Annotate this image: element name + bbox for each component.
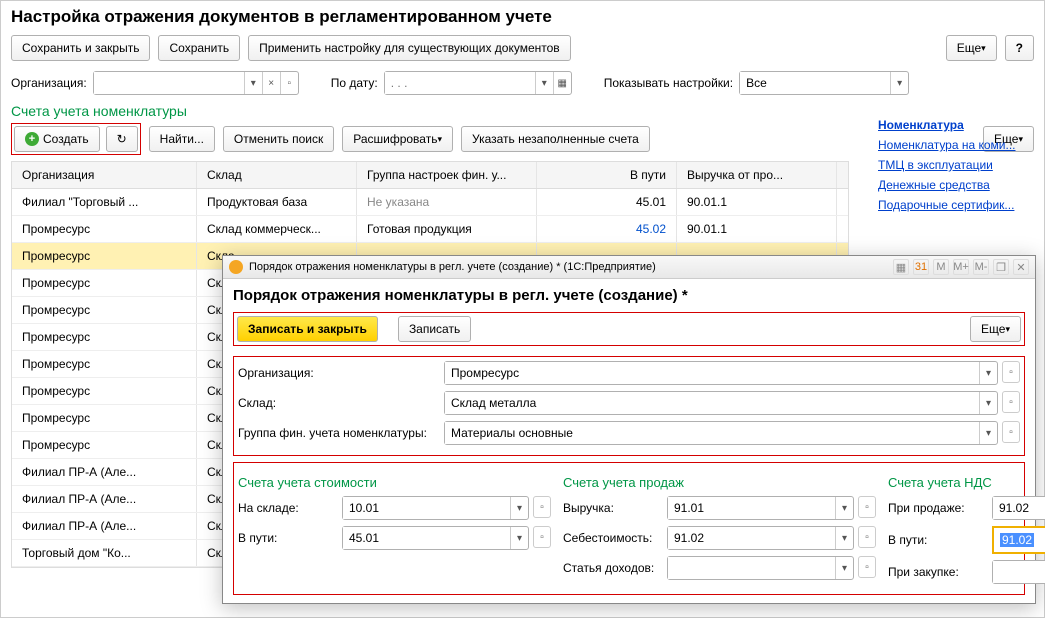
col-revenue[interactable]: Выручка от про... xyxy=(677,162,837,188)
cogs-label: Себестоимость: xyxy=(563,531,663,545)
refresh-button[interactable]: ↻ xyxy=(106,126,138,152)
cost-transit-field[interactable]: ▾ xyxy=(342,526,529,550)
income-label: Статья доходов: xyxy=(563,561,663,575)
decode-button[interactable]: Расшифровать xyxy=(342,126,453,152)
stock-field[interactable]: ▾ xyxy=(342,496,529,520)
modal-wh-label: Склад: xyxy=(238,396,438,410)
show-field[interactable]: ▾ xyxy=(739,71,909,95)
col-org[interactable]: Организация xyxy=(12,162,197,188)
vat-purchase-field[interactable]: ▾ xyxy=(992,560,1045,584)
calc-icon[interactable]: ▦ xyxy=(893,259,909,275)
cal-icon[interactable]: 31 xyxy=(913,259,929,275)
transit-label: В пути: xyxy=(238,531,338,545)
apply-button[interactable]: Применить настройку для существующих док… xyxy=(248,35,571,61)
plus-icon: + xyxy=(25,132,39,146)
open-icon[interactable]: ▫ xyxy=(1002,391,1020,413)
dropdown-icon[interactable]: ▾ xyxy=(244,72,262,94)
link-tmc[interactable]: ТМЦ в эксплуатации xyxy=(878,158,1016,172)
table-row[interactable]: Филиал "Торговый ...Продуктовая базаНе у… xyxy=(12,189,848,216)
cogs-field[interactable]: ▾ xyxy=(667,526,854,550)
vat-sale-label: При продаже: xyxy=(888,501,988,515)
date-field[interactable]: ▾▦ xyxy=(384,71,572,95)
stock-label: На складе: xyxy=(238,501,338,515)
help-button[interactable]: ? xyxy=(1005,35,1034,61)
income-field[interactable]: ▾ xyxy=(667,556,854,580)
vat-sale-field[interactable]: ▾ xyxy=(992,496,1045,520)
app-icon xyxy=(229,260,243,274)
rev-label: Выручка: xyxy=(563,501,663,515)
vat-group-title: Счета учета НДС xyxy=(888,475,1045,490)
dropdown-icon[interactable]: ▾ xyxy=(510,527,528,549)
dropdown-icon[interactable]: ▾ xyxy=(510,497,528,519)
org-field[interactable]: ▾×▫ xyxy=(93,71,299,95)
col-warehouse[interactable]: Склад xyxy=(197,162,357,188)
date-label: По дату: xyxy=(331,76,378,90)
save-close-button[interactable]: Сохранить и закрыть xyxy=(11,35,150,61)
link-money[interactable]: Денежные средства xyxy=(878,178,1016,192)
dropdown-icon[interactable]: ▾ xyxy=(890,72,908,94)
table-row[interactable]: ПромресурсСклад коммерческ...Готовая про… xyxy=(12,216,848,243)
modal-window: Порядок отражения номенклатуры в регл. у… xyxy=(222,255,1036,604)
open-icon[interactable]: ▫ xyxy=(280,72,298,94)
save-button[interactable]: Сохранить xyxy=(158,35,240,61)
more-button[interactable]: Еще xyxy=(946,35,997,61)
vat-transit-field[interactable]: 91.02▾ xyxy=(994,528,1045,552)
open-icon[interactable]: ▫ xyxy=(1002,361,1020,383)
open-icon[interactable]: ▫ xyxy=(858,556,876,578)
dropdown-icon[interactable]: ▾ xyxy=(835,527,853,549)
link-gift[interactable]: Подарочные сертифик... xyxy=(878,198,1016,212)
sales-group-title: Счета учета продаж xyxy=(563,475,876,490)
vat-purchase-label: При закупке: xyxy=(888,565,988,579)
dropdown-icon[interactable]: ▾ xyxy=(979,362,997,384)
section-title: Счета учета номенклатуры xyxy=(11,103,1034,119)
modal-grp-field[interactable]: ▾ xyxy=(444,421,998,445)
col-group[interactable]: Группа настроек фин. у... xyxy=(357,162,537,188)
modal-grp-label: Группа фин. учета номенклатуры: xyxy=(238,426,438,440)
window-title: Порядок отражения номенклатуры в регл. у… xyxy=(249,261,656,273)
page-title: Настройка отражения документов в регламе… xyxy=(11,7,1034,27)
rev-field[interactable]: ▾ xyxy=(667,496,854,520)
m-icon[interactable]: M xyxy=(933,259,949,275)
link-commission[interactable]: Номенклатура на коми... xyxy=(878,138,1016,152)
open-icon[interactable]: ▫ xyxy=(858,526,876,548)
vat-transit-label: В пути: xyxy=(888,533,988,547)
show-label: Показывать настройки: xyxy=(604,76,733,90)
col-transit[interactable]: В пути xyxy=(537,162,677,188)
open-icon[interactable]: ▫ xyxy=(533,526,551,548)
dropdown-icon[interactable]: ▾ xyxy=(979,392,997,414)
open-icon[interactable]: ▫ xyxy=(858,496,876,518)
window-icon[interactable]: ❐ xyxy=(993,259,1009,275)
cancel-search-button[interactable]: Отменить поиск xyxy=(223,126,334,152)
close-icon[interactable]: ✕ xyxy=(1013,259,1029,275)
dropdown-icon[interactable]: ▾ xyxy=(535,72,553,94)
open-icon[interactable]: ▫ xyxy=(533,496,551,518)
modal-more-button[interactable]: Еще xyxy=(970,316,1021,342)
write-button[interactable]: Записать xyxy=(398,316,471,342)
modal-org-label: Организация: xyxy=(238,366,438,380)
write-close-button[interactable]: Записать и закрыть xyxy=(237,316,378,342)
dropdown-icon[interactable]: ▾ xyxy=(979,422,997,444)
modal-org-field[interactable]: ▾ xyxy=(444,361,998,385)
modal-wh-field[interactable]: ▾ xyxy=(444,391,998,415)
mminus-icon[interactable]: M- xyxy=(973,259,989,275)
open-icon[interactable]: ▫ xyxy=(1002,421,1020,443)
calendar-icon[interactable]: ▦ xyxy=(553,72,571,94)
dropdown-icon[interactable]: ▾ xyxy=(835,557,853,579)
find-button[interactable]: Найти... xyxy=(149,126,215,152)
link-nomenclature[interactable]: Номенклатура xyxy=(878,118,1016,132)
clear-icon[interactable]: × xyxy=(262,72,280,94)
cost-group-title: Счета учета стоимости xyxy=(238,475,551,490)
org-label: Организация: xyxy=(11,76,87,90)
modal-title: Порядок отражения номенклатуры в регл. у… xyxy=(233,287,1025,304)
mplus-icon[interactable]: M+ xyxy=(953,259,969,275)
create-button[interactable]: +Создать xyxy=(14,126,100,152)
unfilled-button[interactable]: Указать незаполненные счета xyxy=(461,126,650,152)
dropdown-icon[interactable]: ▾ xyxy=(835,497,853,519)
